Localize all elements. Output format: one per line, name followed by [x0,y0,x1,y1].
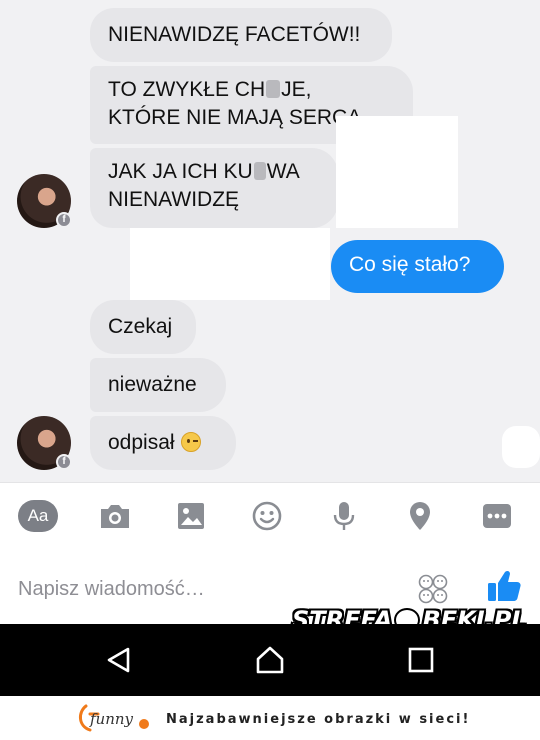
back-button[interactable] [101,642,137,678]
incoming-message[interactable]: Czekaj [90,300,196,354]
message-text: NIENAWIDZĘ FACETÓW!! [108,23,361,46]
location-button[interactable] [400,498,440,534]
message-line: NIENAWIDZĘ [108,188,240,211]
incoming-message[interactable]: nieważne [90,358,226,412]
microphone-button[interactable] [324,498,364,534]
home-icon [256,646,284,674]
censor-block [502,426,540,468]
back-icon [107,647,130,673]
more-icon [483,504,511,528]
censor-mark [253,162,266,180]
text-format-button[interactable]: Aa [18,498,58,534]
emoji-button[interactable] [247,498,287,534]
incoming-message[interactable]: NIENAWIDZĘ FACETÓW!! [90,8,392,62]
camera-button[interactable] [95,498,135,534]
android-nav-bar [0,624,540,696]
censor-block [130,228,330,300]
gallery-icon [178,503,204,529]
incoming-message[interactable]: odpisał [90,416,236,470]
chat-area: NIENAWIDZĘ FACETÓW!! TO ZWYKŁE CH JE, KTÓ… [0,0,540,482]
message-line: JAK JA ICH KU WA [108,158,320,186]
message-text: JE, [281,78,312,101]
message-text: Czekaj [108,315,173,338]
message-text: Co się stało? [349,253,471,276]
censor-block [336,116,458,228]
censor-mark [266,80,281,98]
text-format-icon: Aa [18,500,58,532]
incoming-message[interactable]: JAK JA ICH KU WA NIENAWIDZĘ [90,148,338,228]
message-text: TO ZWYKŁE CH [108,78,266,101]
outgoing-message[interactable]: Co się stało? [331,240,504,293]
wink-emoji-icon [180,432,201,452]
stickers-button[interactable] [416,572,450,606]
more-button[interactable] [477,498,517,534]
message-input[interactable] [18,574,398,604]
facebook-badge-icon: f [56,212,72,228]
home-button[interactable] [252,642,288,678]
location-icon [410,502,430,530]
facebook-badge-icon: f [56,454,72,470]
recents-icon [408,647,434,673]
emoji-icon [252,501,282,531]
message-text: nieważne [108,373,197,396]
message-line: TO ZWYKŁE CH JE, [108,76,395,104]
footer-tagline: Najzabawniejsze obrazki w sieci! [166,712,471,727]
message-text: odpisał [108,431,175,454]
message-text: WA [266,160,300,183]
microphone-icon [333,502,355,530]
like-button[interactable] [486,568,522,604]
camera-icon [101,505,129,528]
site-footer: funny Najzabawniejsze obrazki w sieci! [0,696,540,740]
recents-button[interactable] [403,642,439,678]
thumbs-up-icon [488,570,521,601]
gallery-button[interactable] [171,498,211,534]
logo-text: funny [90,710,134,728]
composer-toolbar: Aa [0,482,540,550]
message-text: JAK JA ICH KU [108,160,253,183]
stickers-icon [418,574,448,604]
